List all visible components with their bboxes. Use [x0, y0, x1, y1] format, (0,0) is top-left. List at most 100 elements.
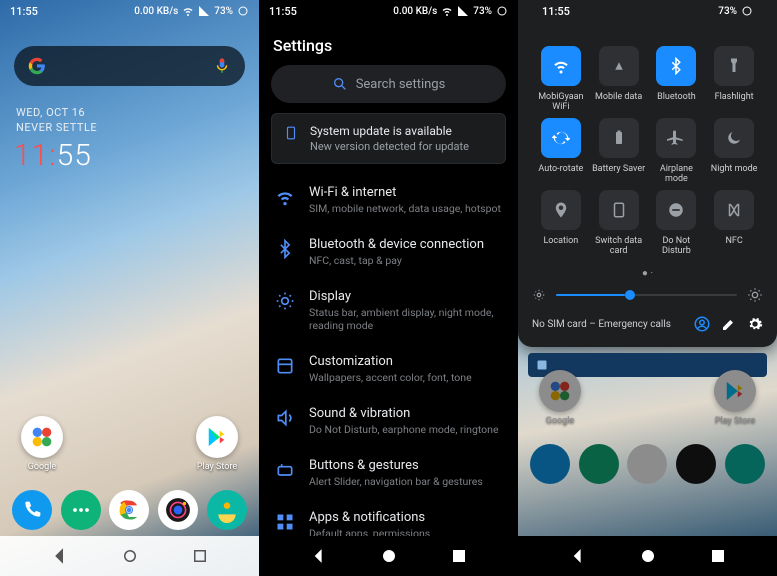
- qs-tile-airplane-mode[interactable]: Airplane mode: [648, 118, 706, 184]
- settings-list: Wi-Fi & internetSIM, mobile network, dat…: [259, 174, 518, 536]
- settings-wifi[interactable]: Wi-Fi & internetSIM, mobile network, dat…: [259, 174, 518, 226]
- play-store-icon: [196, 416, 238, 458]
- settings-buttons[interactable]: Buttons & gesturesAlert Slider, navigati…: [259, 447, 518, 499]
- gestures-icon: [275, 460, 295, 480]
- wifi-icon: [275, 187, 295, 207]
- qs-tile-button[interactable]: [714, 190, 754, 230]
- dock-messages[interactable]: [579, 444, 619, 484]
- settings-search[interactable]: Search settings: [271, 65, 506, 103]
- qs-tile-button[interactable]: [599, 190, 639, 230]
- qs-tile-flashlight[interactable]: Flashlight: [705, 46, 763, 112]
- nav-home[interactable]: [121, 547, 139, 565]
- google-search-bar[interactable]: [14, 46, 245, 86]
- qs-tile-mobigyaan-wifi[interactable]: MobiGyaan WiFi: [532, 46, 590, 112]
- battery-icon: [496, 5, 508, 17]
- home-under-panel: Google Play Store: [518, 383, 777, 536]
- qs-tile-night-mode[interactable]: Night mode: [705, 118, 763, 184]
- dock-camera[interactable]: [676, 444, 716, 484]
- dock-chrome[interactable]: [627, 444, 667, 484]
- status-right: 73%: [718, 5, 753, 17]
- date-widget[interactable]: WED, OCT 16 NEVER SETTLE: [16, 106, 243, 136]
- bluetooth-icon: [275, 239, 295, 259]
- nav-recent[interactable]: [709, 547, 727, 565]
- dock-gallery[interactable]: [725, 444, 765, 484]
- qs-tile-button[interactable]: [599, 118, 639, 158]
- clock-widget[interactable]: 11:55: [14, 138, 245, 173]
- qs-tile-button[interactable]: [714, 46, 754, 86]
- status-bar: 11:55 0.00 KB/s 73%: [259, 0, 518, 22]
- quick-settings-panel: 11:55 73% MobiGyaan WiFiMobile dataBluet…: [518, 0, 777, 347]
- qs-tile-button[interactable]: [541, 190, 581, 230]
- settings-display[interactable]: DisplayStatus bar, ambient display, nigh…: [259, 278, 518, 343]
- google-folder-icon: [21, 416, 63, 458]
- wifi-icon: [441, 5, 453, 17]
- gear-icon[interactable]: [747, 316, 763, 332]
- dock-gallery[interactable]: [207, 490, 247, 530]
- qs-tile-button[interactable]: [541, 46, 581, 86]
- apps-icon: [275, 512, 295, 532]
- app-google-folder[interactable]: Google: [18, 416, 66, 472]
- mic-icon[interactable]: [213, 57, 231, 75]
- quick-settings-screen: 11:55 73% MobiGyaan WiFiMobile dataBluet…: [518, 0, 777, 576]
- user-icon[interactable]: [693, 315, 711, 333]
- qs-tile-do-not-disturb[interactable]: Do Not Disturb: [648, 190, 706, 256]
- status-speed: 0.00 KB/s: [393, 6, 437, 17]
- status-right: 0.00 KB/s 73%: [393, 5, 508, 17]
- qs-tile-location[interactable]: Location: [532, 190, 590, 256]
- update-sub: New version detected for update: [310, 140, 469, 153]
- qs-tile-button[interactable]: [714, 118, 754, 158]
- qs-tile-button[interactable]: [656, 46, 696, 86]
- app-play-store[interactable]: Play Store: [193, 416, 241, 472]
- qs-tile-switch-data-card[interactable]: Switch data card: [590, 190, 648, 256]
- nav-recent[interactable]: [191, 547, 209, 565]
- sim-status-text: No SIM card – Emergency calls: [532, 319, 671, 330]
- edit-icon[interactable]: [721, 316, 737, 332]
- settings-customization[interactable]: CustomizationWallpapers, accent color, f…: [259, 343, 518, 395]
- settings-screen: 11:55 0.00 KB/s 73% Settings Search sett…: [259, 0, 518, 576]
- qs-pager[interactable]: ● ·: [532, 268, 763, 279]
- settings-bluetooth[interactable]: Bluetooth & device connectionNFC, cast, …: [259, 226, 518, 278]
- status-bar: 11:55 0.00 KB/s 73%: [0, 0, 259, 22]
- dock-phone[interactable]: [12, 490, 52, 530]
- dock-messages[interactable]: [61, 490, 101, 530]
- qs-tile-label: Airplane mode: [648, 164, 706, 184]
- nav-recent[interactable]: [450, 547, 468, 565]
- qs-tile-battery-saver[interactable]: Battery Saver: [590, 118, 648, 184]
- nav-home[interactable]: [380, 547, 398, 565]
- nav-bar: [259, 536, 518, 576]
- update-title: System update is available: [310, 124, 469, 138]
- nav-home[interactable]: [639, 547, 657, 565]
- qs-tile-bluetooth[interactable]: Bluetooth: [648, 46, 706, 112]
- qs-tile-label: NFC: [725, 236, 742, 246]
- nav-back[interactable]: [51, 547, 69, 565]
- settings-sound[interactable]: Sound & vibrationDo Not Disturb, earphon…: [259, 395, 518, 447]
- display-icon: [275, 291, 295, 311]
- system-update-card[interactable]: System update is available New version d…: [271, 113, 506, 164]
- nav-bar: [0, 536, 259, 576]
- qs-tile-label: Flashlight: [715, 92, 754, 102]
- nav-back[interactable]: [569, 547, 587, 565]
- qs-footer: No SIM card – Emergency calls: [532, 315, 763, 333]
- brightness-slider[interactable]: [556, 294, 737, 296]
- qs-tile-label: Night mode: [711, 164, 758, 174]
- dock-chrome[interactable]: [109, 490, 149, 530]
- dock-camera[interactable]: [158, 490, 198, 530]
- dock-phone[interactable]: [530, 444, 570, 484]
- qs-tile-button[interactable]: [656, 190, 696, 230]
- brightness-row: [532, 287, 763, 303]
- brightness-low-icon: [532, 288, 546, 302]
- qs-tile-label: Battery Saver: [592, 164, 645, 174]
- qs-tile-mobile-data[interactable]: Mobile data: [590, 46, 648, 112]
- qs-tile-button[interactable]: [599, 46, 639, 86]
- status-right: 0.00 KB/s 73%: [134, 5, 249, 17]
- app-play-store[interactable]: Play Store: [711, 370, 759, 426]
- app-google-folder[interactable]: Google: [536, 370, 584, 426]
- settings-apps[interactable]: Apps & notificationsDefault apps, permis…: [259, 499, 518, 536]
- qs-tile-button[interactable]: [541, 118, 581, 158]
- qs-tile-nfc[interactable]: NFC: [705, 190, 763, 256]
- qs-tile-button[interactable]: [656, 118, 696, 158]
- nav-back[interactable]: [310, 547, 328, 565]
- qs-tile-auto-rotate[interactable]: Auto-rotate: [532, 118, 590, 184]
- battery-icon: [237, 5, 249, 17]
- wifi-icon: [182, 5, 194, 17]
